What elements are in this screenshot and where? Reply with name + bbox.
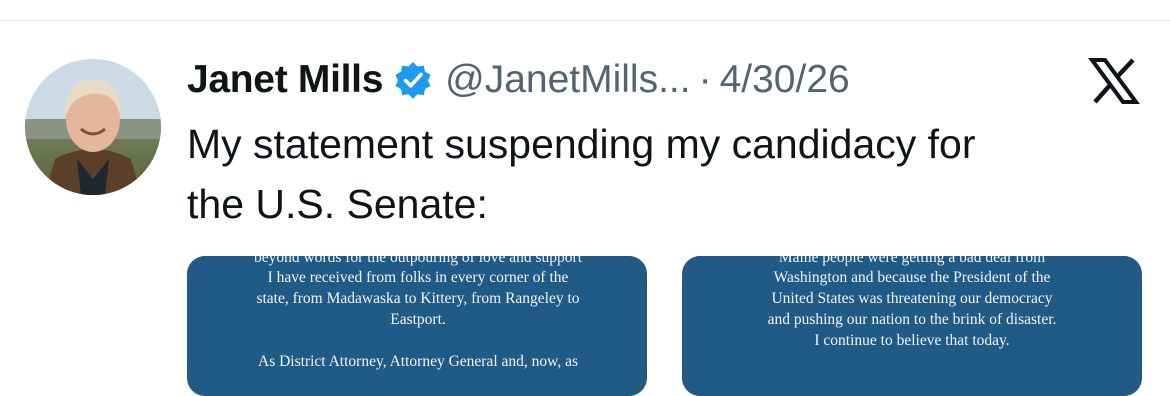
media-image-left[interactable]: beyond words for the outpouring of love … xyxy=(187,256,647,396)
statement-line: United States was threatening our democr… xyxy=(771,290,1053,307)
author-handle[interactable]: @JanetMills... xyxy=(445,58,690,102)
statement-text-right: Maine people were getting a bad deal fro… xyxy=(696,256,1128,351)
tweet-text: My statement suspending my candidacy for… xyxy=(187,114,1147,234)
x-logo-icon[interactable] xyxy=(1088,57,1140,105)
statement-line: Maine people were getting a bad deal fro… xyxy=(778,256,1046,266)
statement-line: and pushing our nation to the brink of d… xyxy=(767,311,1057,328)
statement-line: beyond words for the outpouring of love … xyxy=(253,256,583,266)
verified-badge-icon xyxy=(393,60,433,100)
statement-line: I continue to believe that today. xyxy=(814,332,1010,349)
statement-line: I have received from folks in every corn… xyxy=(267,269,569,286)
statement-line: Washington and because the President of … xyxy=(773,269,1051,286)
statement-line: As District Attorney, Attorney General a… xyxy=(258,353,578,370)
tweet-date[interactable]: 4/30/26 xyxy=(720,58,850,102)
separator-dot: · xyxy=(698,58,712,101)
statement-line xyxy=(201,330,635,351)
author-name[interactable]: Janet Mills xyxy=(187,58,383,102)
statement-line: Eastport. xyxy=(390,311,446,328)
statement-page-left: beyond words for the outpouring of love … xyxy=(201,256,635,396)
statement-line: state, from Madawaska to Kittery, from R… xyxy=(256,290,580,307)
tweet-text-line: My statement suspending my candidacy for xyxy=(187,121,976,167)
avatar-photo xyxy=(25,59,161,195)
top-divider xyxy=(0,20,1170,21)
statement-text-left: beyond words for the outpouring of love … xyxy=(201,256,635,372)
media-image-right[interactable]: Maine people were getting a bad deal fro… xyxy=(682,256,1142,396)
tweet-text-line: the U.S. Senate: xyxy=(187,181,488,227)
avatar[interactable] xyxy=(25,59,161,195)
tweet-header: Janet Mills @JanetMills... · 4/30/26 xyxy=(187,52,850,108)
statement-page-right: Maine people were getting a bad deal fro… xyxy=(696,256,1128,396)
